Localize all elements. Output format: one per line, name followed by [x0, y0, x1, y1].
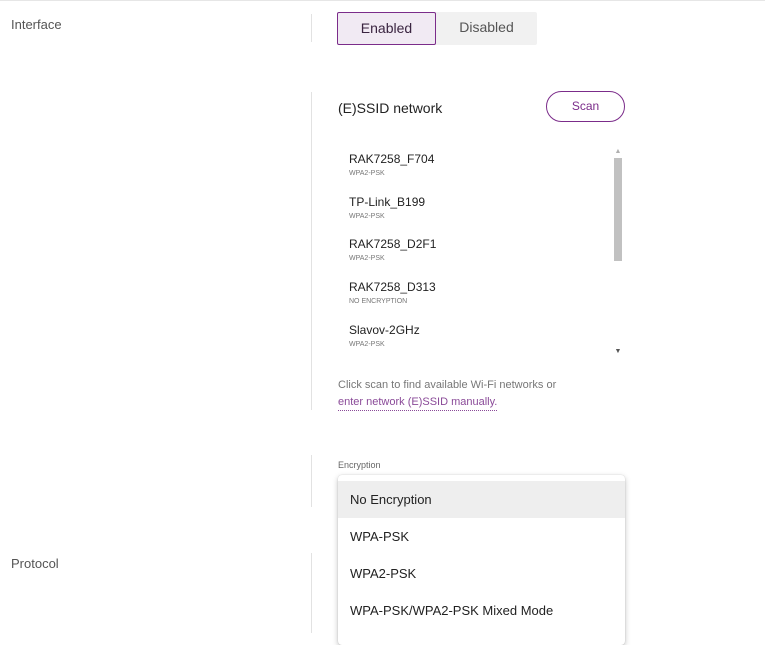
network-encryption: WPA2-PSK [349, 170, 385, 177]
encryption-divider [311, 455, 312, 507]
disabled-button[interactable]: Disabled [436, 12, 537, 45]
network-name: RAK7258_D2F1 [349, 237, 437, 251]
encryption-option-wpa-psk[interactable]: WPA-PSK [338, 518, 625, 555]
scroll-down-arrow-icon[interactable]: ▼ [612, 346, 624, 358]
network-encryption: WPA2-PSK [349, 341, 385, 348]
encryption-option-none[interactable]: No Encryption [338, 481, 625, 518]
list-item[interactable]: TP-Link_B199 WPA2-PSK [349, 195, 425, 221]
scan-button[interactable]: Scan [546, 91, 625, 122]
list-item[interactable]: RAK7258_F704 WPA2-PSK [349, 152, 434, 178]
scroll-thumb[interactable] [614, 158, 622, 261]
network-encryption: WPA2-PSK [349, 213, 385, 220]
top-divider [0, 0, 765, 1]
network-name: TP-Link_B199 [349, 195, 426, 209]
protocol-label: Protocol [11, 556, 59, 571]
list-item[interactable]: RAK7258_D2F1 WPA2-PSK [349, 237, 436, 263]
encryption-option-mixed[interactable]: WPA-PSK/WPA2-PSK Mixed Mode [338, 592, 625, 629]
network-name: RAK7258_F704 [349, 152, 435, 166]
manual-essid-link[interactable]: enter network (E)SSID manually. [338, 395, 498, 411]
network-name: RAK7258_D313 [349, 280, 436, 294]
encryption-label: Encryption [338, 460, 381, 470]
network-list[interactable]: RAK7258_F704 WPA2-PSK TP-Link_B199 WPA2-… [336, 146, 625, 358]
scroll-up-arrow-icon[interactable]: ▲ [612, 146, 624, 158]
protocol-divider [311, 553, 312, 633]
enabled-button[interactable]: Enabled [337, 12, 436, 45]
essid-divider [311, 92, 312, 410]
network-encryption: WPA2-PSK [349, 255, 385, 262]
network-name: Slavov-2GHz [349, 323, 420, 337]
interface-divider [311, 14, 312, 42]
list-item[interactable]: Slavov-2GHz WPA2-PSK [349, 323, 420, 349]
list-item[interactable]: RAK7258_D313 NO ENCRYPTION [349, 280, 436, 306]
network-encryption: NO ENCRYPTION [349, 298, 408, 305]
encryption-option-wpa2-psk[interactable]: WPA2-PSK [338, 555, 625, 592]
network-list-scrollbar[interactable]: ▲ ▼ [612, 146, 624, 358]
encryption-dropdown-menu: No Encryption WPA-PSK WPA2-PSK WPA-PSK/W… [338, 475, 625, 645]
interface-toggle: Enabled Disabled [337, 12, 537, 45]
essid-title: (E)SSID network [338, 100, 443, 116]
scan-hint-text: Click scan to find available Wi-Fi netwo… [338, 379, 557, 391]
interface-label: Interface [11, 17, 62, 32]
